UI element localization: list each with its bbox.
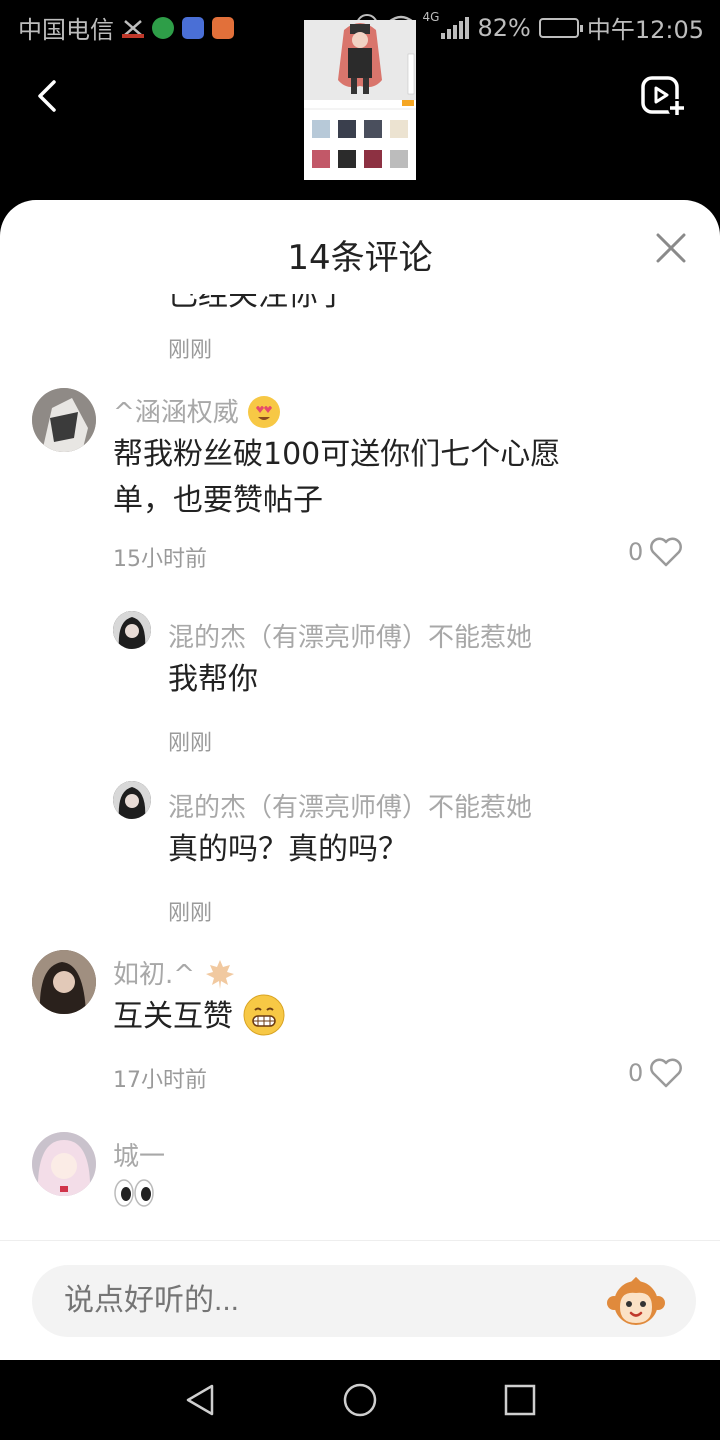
heart-outline-icon bbox=[650, 537, 683, 567]
comment-sheet: 14条评论 已经关注你了 刚刚 ^涵涵权威 帮我粉丝破100可送你们七个心愿 单… bbox=[0, 200, 720, 1360]
sim-icon bbox=[122, 17, 144, 39]
emoji-button[interactable] bbox=[606, 1276, 666, 1329]
carrier-label: 中国电信 bbox=[18, 16, 114, 44]
comment-username[interactable]: 如初.^ bbox=[113, 954, 237, 991]
app-notification-icon bbox=[152, 16, 174, 39]
reply-text: 我帮你 bbox=[168, 662, 258, 697]
battery-label: 82% bbox=[477, 13, 531, 42]
reply-username[interactable]: 混的杰（有漂亮师傅）不能惹她 bbox=[168, 617, 532, 654]
comment-time: 17小时前 bbox=[113, 1068, 207, 1093]
comment-input-bar bbox=[0, 1240, 720, 1361]
close-icon bbox=[656, 233, 686, 263]
username-text: ^涵涵权威 bbox=[113, 398, 239, 428]
nav-home-button[interactable] bbox=[342, 1382, 378, 1418]
post-video-button[interactable] bbox=[640, 74, 686, 118]
partial-comment-text: 已经关注你了 bbox=[168, 280, 348, 313]
reply-username[interactable]: 混的杰（有漂亮师傅）不能惹她 bbox=[168, 787, 532, 824]
grin-emoji-icon bbox=[243, 994, 285, 1036]
chevron-left-icon bbox=[38, 80, 56, 112]
avatar[interactable] bbox=[113, 781, 151, 819]
nav-back-button[interactable] bbox=[182, 1382, 218, 1418]
like-button[interactable]: 0 bbox=[628, 536, 683, 568]
comment-time: 刚刚 bbox=[168, 338, 213, 363]
avatar[interactable] bbox=[113, 611, 151, 649]
like-button[interactable]: 0 bbox=[628, 1057, 683, 1089]
signal-icon bbox=[441, 16, 470, 39]
reply-time: 刚刚 bbox=[168, 901, 213, 926]
nav-recents-button[interactable] bbox=[502, 1382, 538, 1418]
avatar[interactable] bbox=[32, 388, 96, 452]
avatar[interactable] bbox=[32, 1132, 96, 1196]
comment-text: 帮我粉丝破100可送你们七个心愿 单，也要赞帖子 bbox=[113, 432, 673, 524]
video-app-icon bbox=[212, 16, 234, 39]
comment-list[interactable]: 已经关注你了 刚刚 ^涵涵权威 帮我粉丝破100可送你们七个心愿 单，也要赞帖子… bbox=[0, 280, 720, 1240]
reply-time: 刚刚 bbox=[168, 731, 213, 756]
monkey-emoji-icon bbox=[607, 1276, 665, 1325]
maple-leaf-icon bbox=[206, 960, 235, 989]
comment-input[interactable] bbox=[32, 1265, 696, 1337]
post-thumbnail[interactable] bbox=[304, 20, 416, 180]
square-recents-icon bbox=[504, 1384, 536, 1416]
heart-eyes-emoji-icon bbox=[248, 396, 281, 428]
comment-count-title: 14条评论 bbox=[287, 238, 433, 278]
username-text: 如初.^ bbox=[113, 960, 196, 990]
network-type: 4G bbox=[422, 10, 440, 24]
comment-time: 15小时前 bbox=[113, 547, 207, 572]
comment-username[interactable]: 城一 bbox=[113, 1136, 165, 1173]
heart-outline-icon bbox=[650, 1058, 683, 1088]
like-count: 0 bbox=[628, 1059, 644, 1087]
clock: 中午12:05 bbox=[586, 16, 704, 44]
circle-home-icon bbox=[343, 1383, 377, 1417]
comment-text-value: 互关互赞 bbox=[113, 999, 233, 1034]
eyes-emoji-icon bbox=[114, 1179, 154, 1207]
comment-username[interactable]: ^涵涵权威 bbox=[113, 392, 281, 429]
like-count: 0 bbox=[628, 538, 644, 566]
comment-text bbox=[113, 1176, 155, 1222]
comment-text: 互关互赞 bbox=[113, 994, 285, 1040]
avatar[interactable] bbox=[32, 950, 96, 1014]
triangle-back-icon bbox=[186, 1384, 214, 1416]
music-app-icon bbox=[182, 16, 204, 39]
battery-icon bbox=[538, 17, 583, 38]
reply-text: 真的吗？真的吗？ bbox=[168, 832, 408, 867]
system-nav-bar bbox=[0, 1360, 720, 1440]
back-button[interactable] bbox=[30, 78, 66, 114]
close-button[interactable] bbox=[655, 232, 687, 264]
video-add-icon bbox=[641, 76, 686, 117]
comment-text-line: 帮我粉丝破100可送你们七个心愿 bbox=[113, 437, 561, 472]
comment-text-line: 单，也要赞帖子 bbox=[113, 483, 323, 518]
